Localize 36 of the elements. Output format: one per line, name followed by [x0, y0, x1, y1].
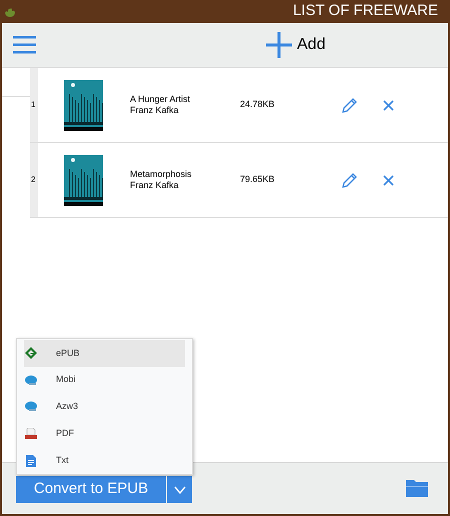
format-menu-item[interactable]: Txt [24, 447, 185, 474]
book-author: Franz Kafka [130, 105, 180, 116]
pencil-icon [342, 97, 358, 113]
book-author: Franz Kafka [130, 180, 180, 191]
open-folder-button[interactable] [406, 480, 428, 497]
plant-icon [4, 6, 16, 18]
file-size: 79.65KB [240, 173, 276, 186]
format-menu-item[interactable]: PDF [24, 420, 185, 448]
delete-button[interactable] [383, 174, 394, 186]
chevron-down-icon [174, 486, 186, 494]
document-icon [25, 428, 37, 440]
row-number: 1 [31, 101, 36, 109]
add-button[interactable]: Add [266, 32, 326, 58]
row-number: 2 [31, 176, 36, 184]
close-icon [383, 174, 394, 186]
edit-button[interactable] [342, 97, 358, 113]
menu-icon [12, 36, 36, 54]
plus-icon [266, 32, 292, 58]
book-title: A Hunger Artist [130, 94, 192, 105]
epub-logo-icon [25, 347, 37, 360]
close-icon [383, 100, 394, 110]
format-menu-item[interactable]: ePUB [24, 340, 185, 367]
format-menu-item[interactable]: Mobi [24, 366, 185, 394]
edit-button[interactable] [342, 172, 358, 188]
book-icon [25, 401, 37, 412]
convert-button[interactable]: Convert to EPUB [16, 476, 166, 503]
window-title: LIST OF FREEWARE [292, 1, 438, 22]
pencil-icon [342, 172, 358, 188]
book-title: Metamorphosis [130, 169, 193, 180]
book-icon [25, 374, 37, 386]
format-dropdown-button[interactable] [167, 476, 192, 503]
file-size: 24.78KB [240, 98, 276, 112]
text-file-icon [26, 454, 36, 467]
folder-icon [406, 480, 428, 497]
delete-button[interactable] [383, 100, 394, 110]
format-menu-item[interactable]: Azw3 [24, 394, 185, 420]
